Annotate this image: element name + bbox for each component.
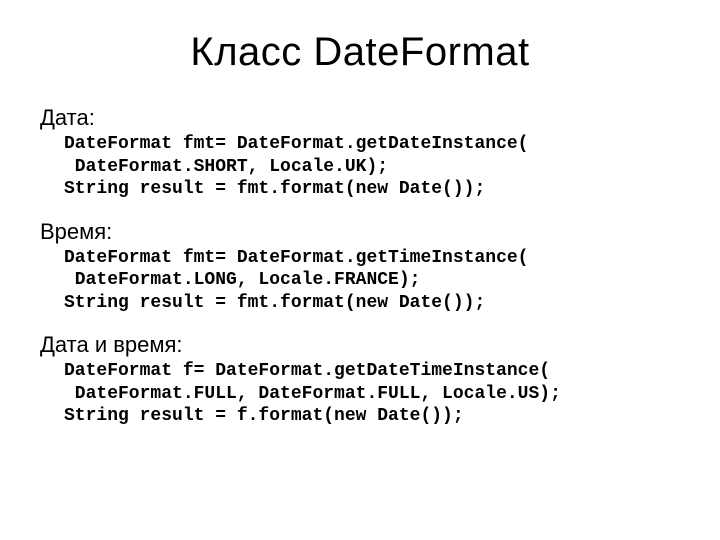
slide-title: Класс DateFormat xyxy=(40,30,680,75)
code-block-date: DateFormat fmt= DateFormat.getDateInstan… xyxy=(64,133,680,201)
section-label-time: Время: xyxy=(40,219,680,245)
code-block-datetime: DateFormat f= DateFormat.getDateTimeInst… xyxy=(64,360,680,428)
section-label-date: Дата: xyxy=(40,105,680,131)
code-block-time: DateFormat fmt= DateFormat.getTimeInstan… xyxy=(64,247,680,315)
section-label-datetime: Дата и время: xyxy=(40,332,680,358)
slide: Класс DateFormat Дата: DateFormat fmt= D… xyxy=(0,0,720,540)
